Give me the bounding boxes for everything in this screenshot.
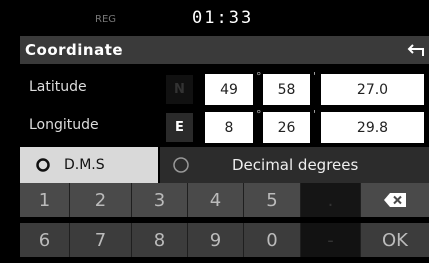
radio-selected-icon xyxy=(36,158,50,172)
radio-unselected-icon xyxy=(173,157,189,173)
backspace-button[interactable] xyxy=(361,183,429,217)
latitude-label: Latitude xyxy=(29,79,87,95)
key-decimal-point[interactable]: . xyxy=(301,183,361,217)
dms-mode-option[interactable]: D.M.S xyxy=(20,147,158,183)
longitude-label: Longitude xyxy=(29,117,99,133)
longitude-seconds-field[interactable]: 29.8 xyxy=(321,112,424,143)
key-0[interactable]: 0 xyxy=(244,223,301,257)
key-4[interactable]: 4 xyxy=(188,183,244,217)
latitude-seconds-field[interactable]: 27.0 xyxy=(321,74,424,105)
latitude-minute-mark: ' xyxy=(313,70,317,83)
decimal-mode-label: Decimal degrees xyxy=(232,156,359,174)
latitude-direction-button[interactable]: N xyxy=(166,75,193,104)
backspace-icon xyxy=(384,193,406,207)
longitude-minute-mark: ' xyxy=(313,108,317,121)
key-1[interactable]: 1 xyxy=(20,183,70,217)
key-5[interactable]: 5 xyxy=(244,183,301,217)
back-button[interactable] xyxy=(402,36,429,64)
latitude-degree-mark: ° xyxy=(256,70,262,83)
key-9[interactable]: 9 xyxy=(188,223,244,257)
latitude-minutes-field[interactable]: 58 xyxy=(263,74,310,105)
key-6[interactable]: 6 xyxy=(20,223,70,257)
latitude-degrees-field[interactable]: 49 xyxy=(205,74,253,105)
page-title: Coordinate xyxy=(25,41,124,59)
back-arrow-icon xyxy=(407,44,424,56)
key-7[interactable]: 7 xyxy=(70,223,132,257)
longitude-direction-button[interactable]: E xyxy=(166,113,193,142)
ok-button[interactable]: OK xyxy=(361,223,429,257)
clock: 01:33 xyxy=(192,8,254,28)
key-2[interactable]: 2 xyxy=(70,183,132,217)
key-3[interactable]: 3 xyxy=(132,183,188,217)
key-8[interactable]: 8 xyxy=(132,223,188,257)
decimal-mode-option[interactable]: Decimal degrees xyxy=(160,147,429,183)
longitude-degree-mark: ° xyxy=(256,108,262,121)
status-indicator: REG xyxy=(95,14,117,25)
dms-mode-label: D.M.S xyxy=(64,157,105,173)
longitude-minutes-field[interactable]: 26 xyxy=(263,112,310,143)
key-minus[interactable]: - xyxy=(301,223,361,257)
longitude-degrees-field[interactable]: 8 xyxy=(205,112,253,143)
